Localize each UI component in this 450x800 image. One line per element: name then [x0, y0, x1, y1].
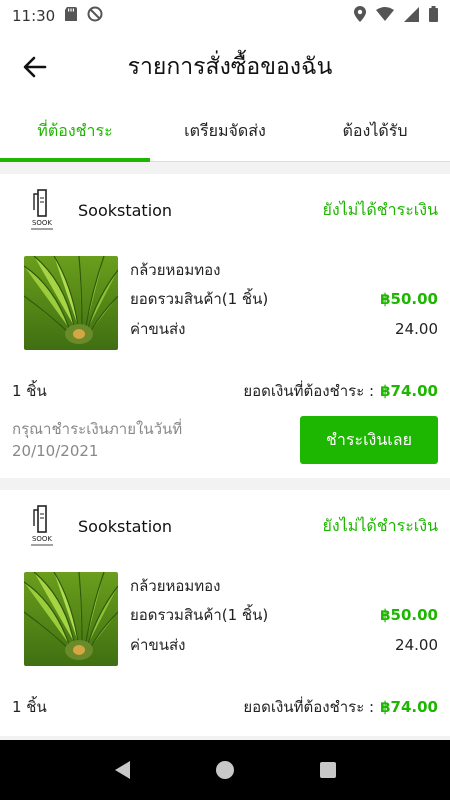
total-row: 1 ชิ้น ยอดเงินที่ต้องชำระ : ฿74.00 [12, 692, 438, 722]
item-quantity: 1 ชิ้น [12, 698, 47, 716]
sd-card-icon [65, 7, 78, 25]
circle-home-icon [215, 761, 234, 779]
svg-text:SOOK: SOOK [32, 219, 52, 227]
subtotal-label: ยอดรวมสินค้า(1 ชิ้น) [130, 606, 269, 624]
page-title: รายการสั่งซื้อของฉัน [127, 54, 333, 80]
product-name: กล้วยหอมทอง [130, 261, 221, 279]
payment-status: ยังไม่ได้ชำระเงิน [322, 199, 438, 219]
subtotal-row: ยอดรวมสินค้า(1 ชิ้น) ฿50.00 [130, 600, 438, 630]
order-tabs: ที่ต้องชำระ เตรียมจัดส่ง ต้องได้รับ [0, 102, 450, 162]
nav-back-button[interactable] [102, 750, 142, 790]
due-date: 20/10/2021 [12, 442, 99, 460]
pay-now-button[interactable]: ชำระเงินเลย [300, 416, 438, 464]
wifi-icon [376, 7, 394, 25]
product-row[interactable]: กล้วยหอมทอง ยอดรวมสินค้า(1 ชิ้น) ฿50.00 … [12, 256, 438, 350]
product-info: กล้วยหอมทอง ยอดรวมสินค้า(1 ชิ้น) ฿50.00 … [130, 256, 438, 350]
subtotal-label: ยอดรวมสินค้า(1 ชิ้น) [130, 290, 269, 308]
shop-row: SOOK Sookstation ยังไม่ได้ชำระเงิน [12, 502, 438, 550]
shop-name: Sookstation [78, 516, 173, 536]
payment-due: กรุณาชำระเงินภายในวันที่ 20/10/2021 [12, 418, 182, 462]
shipping-row: ค่าขนส่ง 24.00 [130, 314, 438, 344]
subtotal-row: ยอดรวมสินค้า(1 ชิ้น) ฿50.00 [130, 284, 438, 314]
subtotal-value: ฿50.00 [380, 290, 438, 308]
shop-row: SOOK Sookstation ยังไม่ได้ชำระเงิน [12, 186, 438, 234]
tab-to-ship[interactable]: เตรียมจัดส่ง [150, 102, 300, 161]
pay-row: กรุณาชำระเงินภายในวันที่ 20/10/2021 ชำระ… [12, 416, 438, 464]
item-quantity: 1 ชิ้น [12, 382, 47, 400]
shop-logo: SOOK [22, 504, 62, 548]
total-value: ฿74.00 [380, 698, 438, 716]
shop-logo: SOOK [22, 188, 62, 232]
banana-image [24, 256, 118, 350]
banana-image [24, 572, 118, 666]
nav-recent-button[interactable] [308, 750, 348, 790]
data-saver-icon [87, 6, 103, 26]
order-card: SOOK Sookstation ยังไม่ได้ชำระเงิน กล้วย… [0, 490, 450, 736]
app-bar: รายการสั่งซื้อของฉัน [0, 32, 450, 102]
back-button[interactable] [20, 52, 50, 82]
due-label: กรุณาชำระเงินภายในวันที่ [12, 420, 183, 438]
shipping-value: 24.00 [395, 320, 438, 338]
product-row[interactable]: กล้วยหอมทอง ยอดรวมสินค้า(1 ชิ้น) ฿50.00 … [12, 572, 438, 666]
signal-icon [404, 6, 419, 26]
shipping-label: ค่าขนส่ง [130, 636, 186, 654]
subtotal-value: ฿50.00 [380, 606, 438, 624]
shipping-value: 24.00 [395, 636, 438, 654]
tab-to-pay[interactable]: ที่ต้องชำระ [0, 102, 150, 162]
order-card: SOOK Sookstation ยังไม่ได้ชำระเงิน กล้วย… [0, 174, 450, 478]
total-value: ฿74.00 [380, 382, 438, 400]
location-icon [354, 6, 366, 26]
shipping-row: ค่าขนส่ง 24.00 [130, 630, 438, 660]
status-bar: 11:30 [0, 0, 450, 32]
arrow-left-icon [23, 56, 47, 78]
total-label: ยอดเงินที่ต้องชำระ : [243, 698, 375, 716]
nav-home-button[interactable] [205, 750, 245, 790]
product-name: กล้วยหอมทอง [130, 577, 221, 595]
status-time: 11:30 [12, 7, 56, 25]
tab-to-receive[interactable]: ต้องได้รับ [300, 102, 450, 161]
payment-status: ยังไม่ได้ชำระเงิน [322, 515, 438, 535]
shop-name: Sookstation [78, 200, 173, 220]
triangle-back-icon [114, 761, 130, 779]
shipping-label: ค่าขนส่ง [130, 320, 186, 338]
total-row: 1 ชิ้น ยอดเงินที่ต้องชำระ : ฿74.00 [12, 376, 438, 406]
total-label: ยอดเงินที่ต้องชำระ : [243, 382, 375, 400]
product-info: กล้วยหอมทอง ยอดรวมสินค้า(1 ชิ้น) ฿50.00 … [130, 572, 438, 666]
svg-text:SOOK: SOOK [32, 535, 52, 543]
battery-icon [429, 6, 438, 26]
square-recent-icon [320, 762, 337, 778]
order-list[interactable]: SOOK Sookstation ยังไม่ได้ชำระเงิน กล้วย… [0, 162, 450, 740]
system-nav-bar [0, 740, 450, 800]
